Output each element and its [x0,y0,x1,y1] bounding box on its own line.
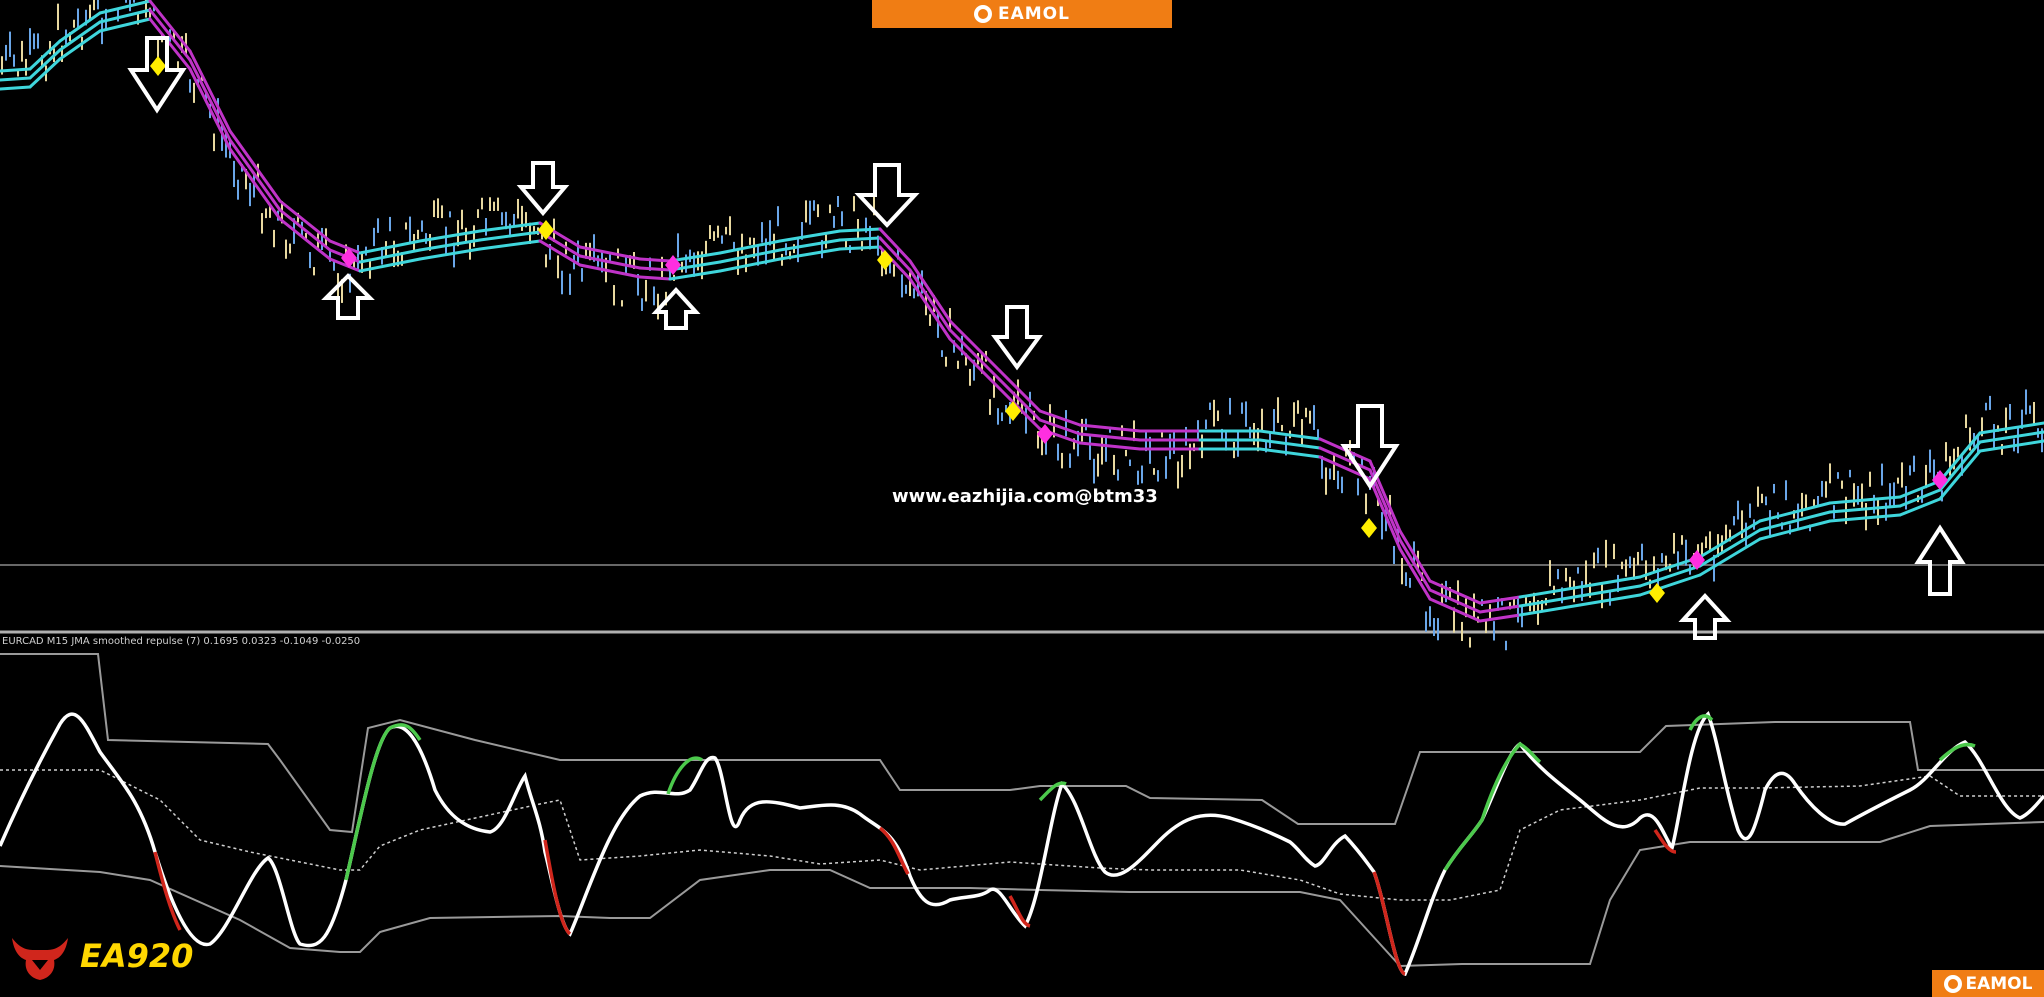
band-segment [188,58,232,142]
band-segment [778,229,842,243]
eamol-logo-icon [1943,974,1962,993]
band-segment [638,257,672,263]
band-segment [838,236,882,242]
top-brand-banner[interactable]: EAMOL [872,0,1172,28]
band-segment [1258,447,1322,459]
diamond-icon [1361,518,1377,538]
top-brand-text: EAMOL [998,4,1070,24]
oscillator-down-segments [153,826,1677,976]
arrow-down-icon [1340,404,1400,490]
band-segment [908,259,952,323]
band-segment [188,67,232,151]
ea920-logo-text: EA920 [80,937,194,975]
jma-bands [0,0,2044,623]
band-segment [638,266,672,272]
band-segment [1518,585,1582,599]
arrow-up-icon [321,273,375,320]
diamond-icon [150,56,166,76]
band-segment [638,275,672,281]
band-segment [148,8,192,62]
bull-logo-icon [12,938,68,980]
band-segment [0,76,32,82]
arrow-up-icon [1914,524,1966,596]
band-segment [838,245,882,251]
diamond-icon [665,255,681,275]
band-segment [1518,594,1582,608]
ea920-logo: EA920 [8,930,193,982]
signal-diamonds [150,56,1948,603]
band-segment [1978,439,2044,453]
band-segment [1368,477,1402,551]
arrow-up-icon [651,287,701,330]
arrow-down-icon [854,163,920,228]
band-segment [778,238,842,252]
band-segment [1978,421,2044,435]
upper-level-line [0,653,2044,834]
eamol-logo-icon [974,5,992,23]
band-segment [0,67,32,73]
bottom-brand-text: EAMOL [1965,973,2033,994]
band-segment [478,239,542,251]
band-segment [1578,575,1642,589]
arrow-down-icon [516,161,570,217]
signal-arrows [127,36,1966,640]
oscillator-pane [0,653,2044,977]
band-segment [0,85,32,91]
oscillator-line [0,711,2044,977]
band-segment [998,378,1042,422]
arrow-down-icon [991,305,1043,371]
bottom-brand-badge[interactable]: EAMOL [1932,970,2044,997]
band-segment [908,277,952,341]
band-segment [188,49,232,133]
band-segment [998,369,1042,413]
band-segment [1478,604,1522,614]
band-segment [838,227,882,233]
band-segment [1478,613,1522,623]
middle-level-line [0,769,2044,901]
indicator-label: EURCAD M15 JMA smoothed repulse (7) 0.16… [2,636,361,647]
chart-window: EAMOL www.eazhijia.com@btm33 EURCAD M15 … [0,0,2044,997]
watermark-text: www.eazhijia.com@btm33 [892,486,1158,507]
band-segment [1978,430,2044,444]
